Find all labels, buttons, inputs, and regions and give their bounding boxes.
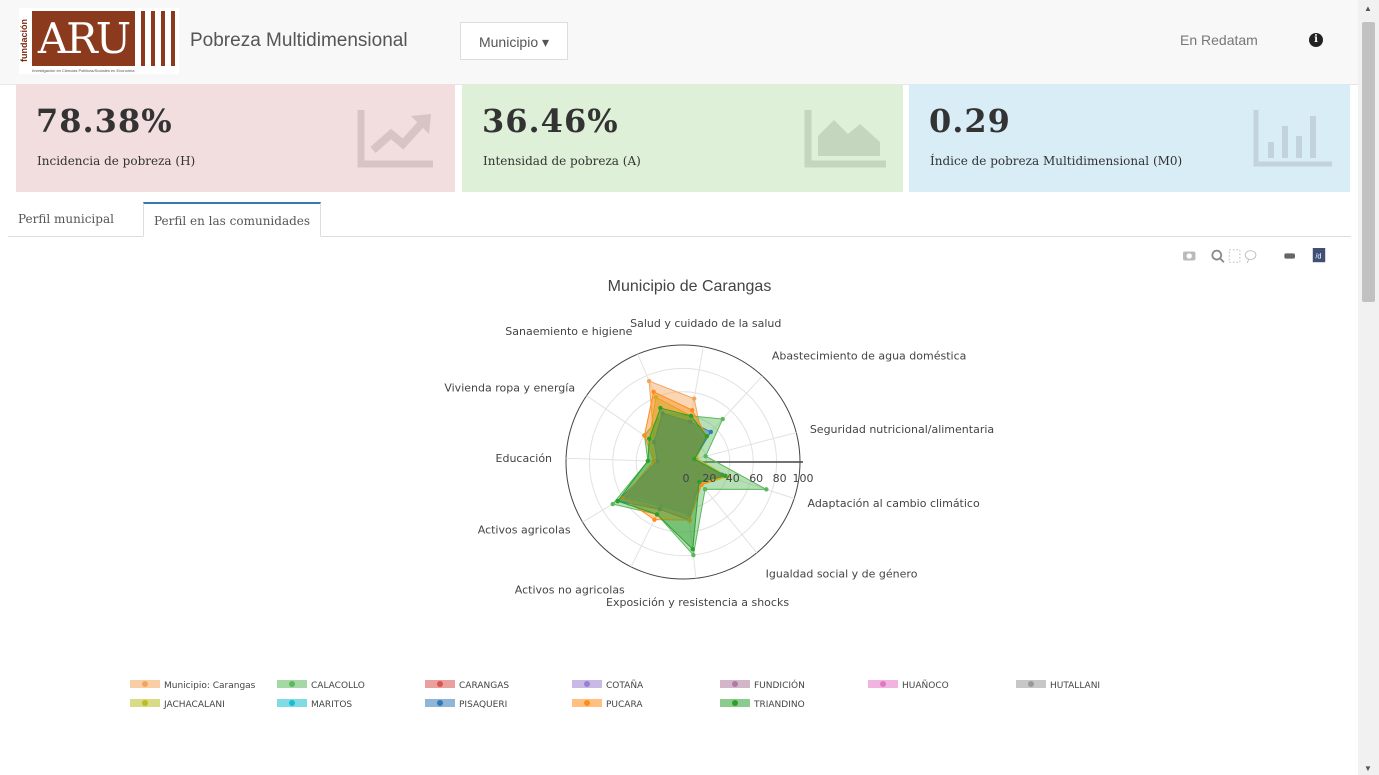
axis-label: Adaptación al cambio climático xyxy=(807,497,979,510)
data-point xyxy=(658,405,663,411)
radial-tick-label: 80 xyxy=(773,472,787,485)
data-point xyxy=(654,512,660,517)
data-point xyxy=(691,396,697,401)
data-point xyxy=(703,453,708,459)
data-point xyxy=(697,479,702,485)
data-point xyxy=(652,517,657,522)
axis-label: Igualdad social y de género xyxy=(766,568,918,581)
data-point xyxy=(688,413,694,419)
data-point xyxy=(651,389,656,395)
data-point xyxy=(764,487,769,492)
data-point xyxy=(692,456,697,462)
radial-tick-label: 60 xyxy=(749,472,763,485)
scroll-down-arrow[interactable]: ▼ xyxy=(1364,764,1372,773)
axis-label: Sanaemiento e higiene xyxy=(505,325,632,338)
data-point xyxy=(704,434,710,439)
axis-label: Activos agricolas xyxy=(478,523,571,536)
data-point xyxy=(720,416,725,422)
axis-label: Salud y cuidado de la salud xyxy=(630,317,781,330)
data-point xyxy=(708,429,713,435)
data-point xyxy=(691,552,696,558)
data-point xyxy=(646,378,652,384)
radar-chart: 0 20 40 60 80 100 Salud y cuidado de la salud A… xyxy=(444,317,994,609)
radial-tick-label: 20 xyxy=(702,472,716,485)
data-point xyxy=(615,498,620,504)
data-point xyxy=(645,458,651,464)
data-point xyxy=(689,407,695,413)
data-point xyxy=(642,433,647,438)
radial-tick-label: 100 xyxy=(793,472,814,485)
axis-label: Exposición y resistencia a shocks xyxy=(606,596,789,609)
axis-label: Educación xyxy=(496,452,553,465)
data-point xyxy=(610,501,615,507)
scroll-up-arrow[interactable]: ▲ xyxy=(1364,4,1372,13)
data-point xyxy=(702,487,708,492)
axis-label: Abastecimiento de agua doméstica xyxy=(772,350,966,363)
axis-label: Activos no agricolas xyxy=(515,583,625,596)
radial-tick-label: 0 xyxy=(683,472,690,485)
data-point xyxy=(647,436,652,441)
scrollbar-thumb[interactable] xyxy=(1362,22,1375,302)
axis-label: Seguridad nutricional/alimentaria xyxy=(810,423,994,436)
radial-tick-label: 40 xyxy=(726,472,740,485)
data-point xyxy=(690,547,695,552)
axis-label: Vivienda ropa y energía xyxy=(444,382,575,395)
